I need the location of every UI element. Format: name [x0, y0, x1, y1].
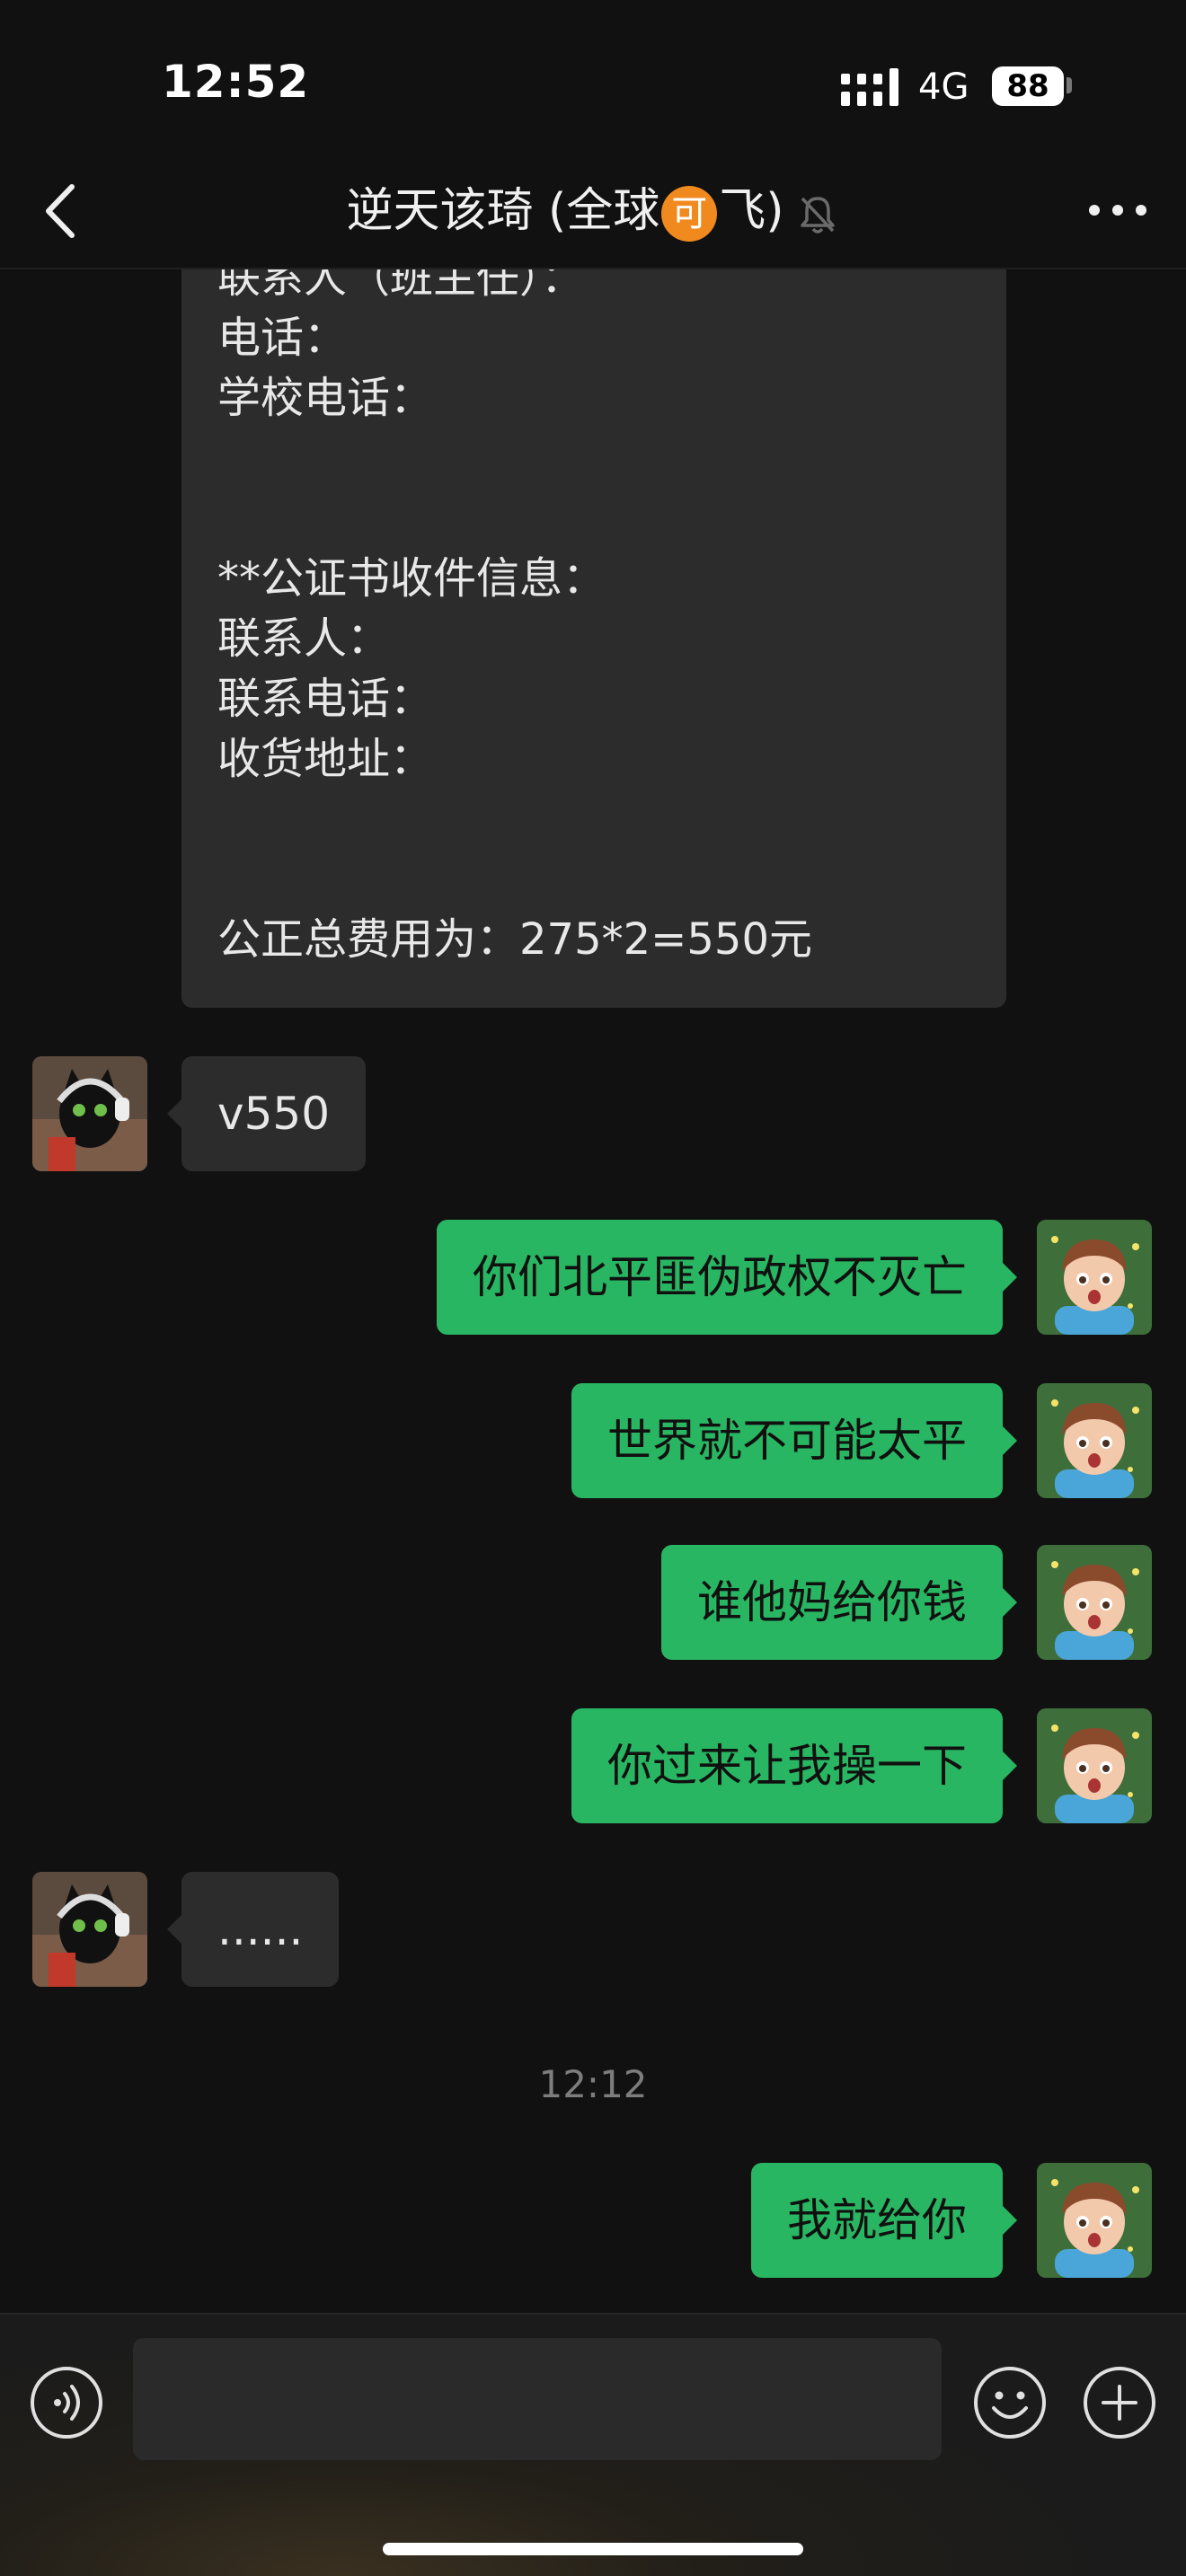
message-bubble-notary-info[interactable]: 联系人（班主任）： 电话： 学校电话： **公证书收件信息： 联系人： 联系电话…: [181, 216, 1006, 1008]
my-avatar[interactable]: [1037, 2163, 1152, 2278]
title-badge: 可: [661, 186, 718, 242]
more-dots-icon: [1089, 205, 1146, 216]
plus-icon: [1084, 2367, 1155, 2439]
chat-title-text: 逆天该琦 (全球: [346, 184, 660, 238]
message-bubble[interactable]: 你们北平匪伪政权不灭亡: [437, 1220, 1017, 1335]
more-button[interactable]: [1085, 183, 1150, 237]
chat-screen: 联系人（班主任）： 电话： 学校电话： **公证书收件信息： 联系人： 联系电话…: [0, 0, 1186, 2576]
voice-icon: [31, 2367, 102, 2439]
voice-button[interactable]: [29, 2365, 104, 2440]
message-bubble[interactable]: 世界就不可能太平: [571, 1383, 1017, 1498]
message-line: [217, 790, 970, 850]
message-input[interactable]: [133, 2338, 942, 2460]
my-avatar[interactable]: [1037, 1383, 1152, 1498]
message-row: 谁他妈给你钱: [0, 1545, 1186, 1662]
message-line: 学校电话：: [217, 373, 434, 423]
contact-avatar[interactable]: [32, 1872, 147, 1987]
emoji-button[interactable]: [972, 2365, 1048, 2440]
input-bar: [0, 2313, 1186, 2576]
my-avatar[interactable]: [1037, 1545, 1152, 1660]
message-line: 联系人：: [217, 613, 391, 664]
home-indicator[interactable]: [383, 2543, 803, 2555]
chat-title[interactable]: 逆天该琦 (全球可飞): [0, 180, 1186, 243]
message-line: 联系电话：: [217, 674, 434, 724]
battery-nub: [1067, 77, 1072, 93]
network-type: 4G: [918, 66, 969, 108]
message-row: 我就给你: [0, 2163, 1186, 2280]
message-bubble[interactable]: 我就给你: [751, 2163, 1017, 2278]
message-line: 收货地址：: [217, 734, 434, 784]
message-row: 你们北平匪伪政权不灭亡: [0, 1220, 1186, 1337]
plus-button[interactable]: [1082, 2365, 1157, 2440]
message-bubble[interactable]: 你过来让我操一下: [571, 1708, 1017, 1823]
message-line: [217, 850, 970, 910]
message-bubble[interactable]: 谁他妈给你钱: [661, 1545, 1017, 1660]
message-row: 世界就不可能太平: [0, 1383, 1186, 1500]
message-line: [217, 489, 970, 549]
message-row: v550: [0, 1056, 1186, 1173]
chat-header: 逆天该琦 (全球可飞): [0, 153, 1186, 269]
battery-icon: 88: [992, 66, 1064, 106]
message-bubble[interactable]: ......: [166, 1872, 340, 1987]
my-avatar[interactable]: [1037, 1708, 1152, 1823]
chat-title-text-end: 飞): [719, 184, 784, 238]
contact-avatar[interactable]: [32, 1056, 147, 1171]
bell-off-icon: [800, 197, 835, 234]
message-line: 公正总费用为：275*2=550元: [217, 914, 812, 965]
status-bar: 12:52 4G 88: [0, 0, 1186, 153]
message-row: 你过来让我操一下: [0, 1708, 1186, 1825]
my-avatar[interactable]: [1037, 1220, 1152, 1335]
message-row: ......: [0, 1872, 1186, 1989]
message-bubble[interactable]: v550: [166, 1056, 367, 1171]
signal-icon: [841, 68, 898, 106]
message-line: 电话：: [217, 313, 348, 363]
message-line: [217, 428, 970, 489]
emoji-icon: [974, 2367, 1046, 2439]
status-time: 12:52: [162, 56, 310, 108]
message-line: **公证书收件信息：: [217, 553, 606, 604]
message-timestamp: 12:12: [538, 2062, 648, 2106]
message-list[interactable]: 联系人（班主任）： 电话： 学校电话： **公证书收件信息： 联系人： 联系电话…: [0, 0, 1186, 2313]
